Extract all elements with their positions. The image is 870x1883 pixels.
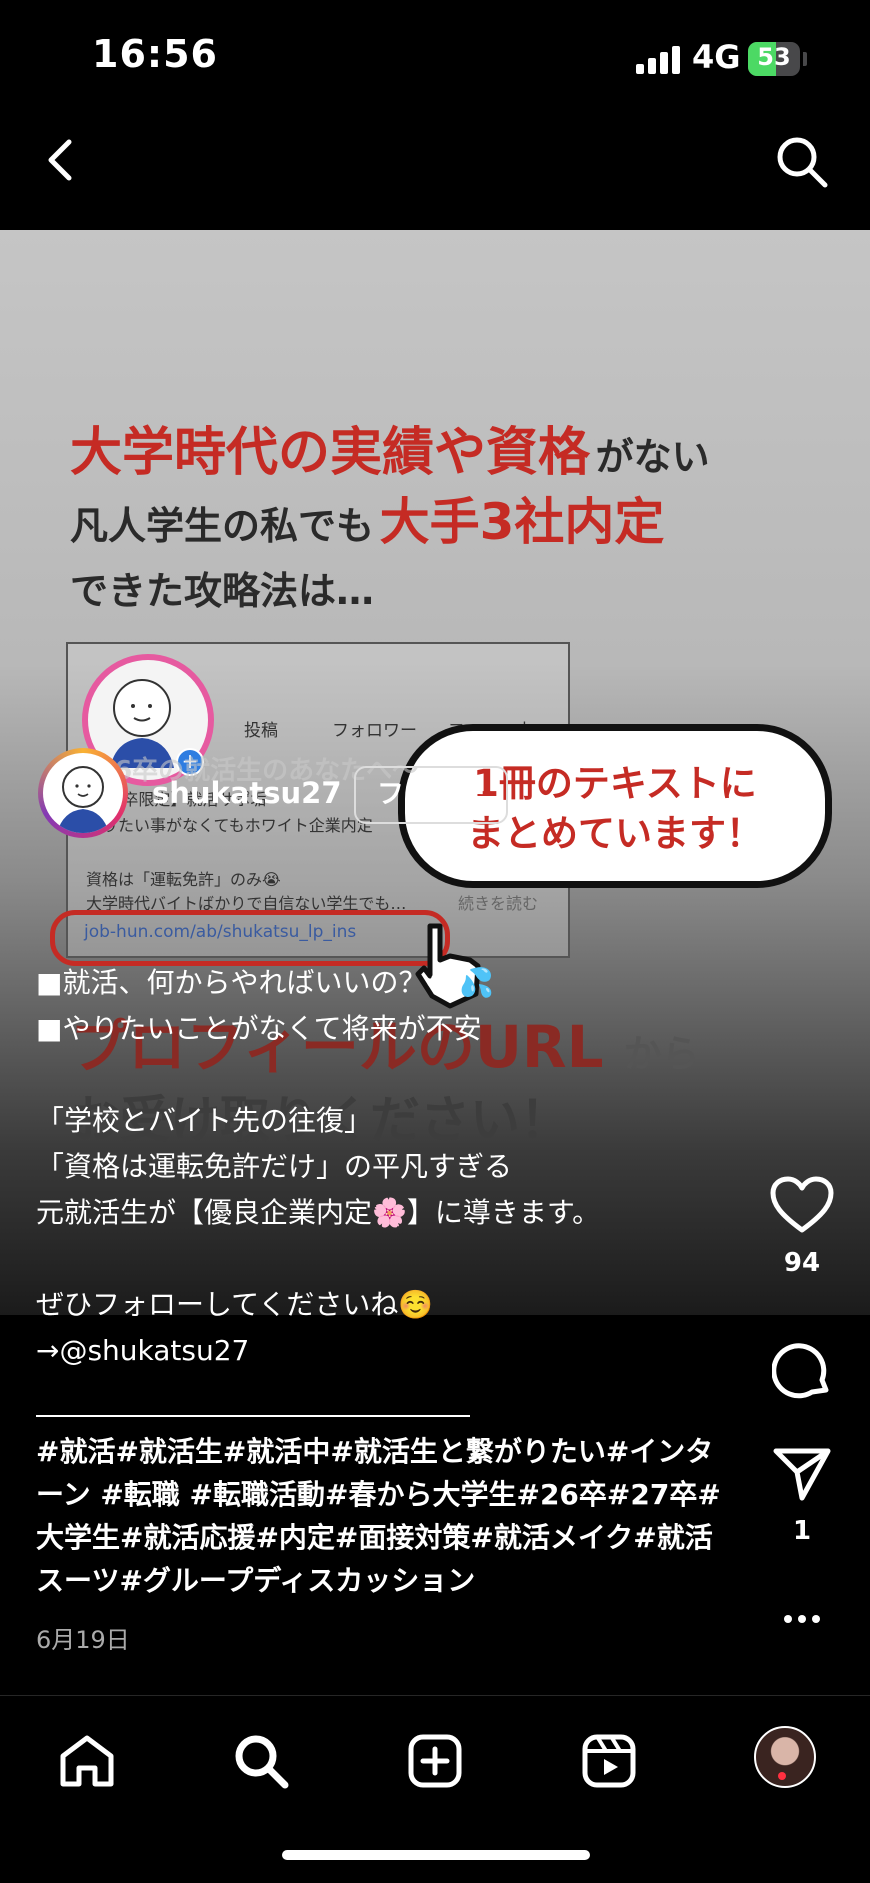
caption-line: 「資格は運転免許だけ」の平凡すぎる bbox=[36, 1150, 513, 1183]
headline-line-1: 大学時代の実績や資格 がない bbox=[70, 423, 710, 483]
search-icon[interactable] bbox=[770, 130, 834, 194]
author-row: shukatsu27 フォロー bbox=[38, 748, 638, 844]
like-action: 94 bbox=[760, 1176, 844, 1278]
profile-tab-avatar[interactable] bbox=[754, 1726, 816, 1788]
card-link: job-hun.com/ab/shukatsu_lp_ins bbox=[84, 922, 357, 942]
caption-line bbox=[36, 1236, 736, 1282]
caption-divider bbox=[36, 1415, 470, 1417]
network-label: 4G bbox=[692, 38, 741, 76]
reels-icon[interactable] bbox=[574, 1726, 644, 1796]
card-bio-3: 資格は「運転免許」のみ😭 bbox=[86, 870, 281, 889]
search-tab-icon[interactable] bbox=[226, 1726, 296, 1796]
author-username[interactable]: shukatsu27 bbox=[152, 776, 342, 810]
card-stat-posts: 投稿 bbox=[244, 721, 278, 741]
signal-icon bbox=[636, 46, 680, 74]
comment-icon[interactable] bbox=[760, 1340, 844, 1404]
home-icon[interactable] bbox=[52, 1726, 122, 1796]
caption: ■就活、何からやればいいの？😭💦 ■やりたいことがなくて将来が不安 「学校とバイ… bbox=[36, 960, 736, 1374]
caption-line: ■やりたいことがなくて将来が不安 bbox=[36, 1012, 482, 1045]
send-icon[interactable] bbox=[760, 1446, 844, 1506]
home-indicator[interactable] bbox=[282, 1850, 590, 1860]
post-date: 6月19日 bbox=[36, 1626, 130, 1654]
author-avatar[interactable] bbox=[38, 748, 128, 838]
status-bar: 16:56 4G 53 bbox=[0, 0, 870, 110]
comment-action bbox=[760, 1340, 844, 1404]
notification-dot bbox=[778, 1772, 786, 1780]
caption-line: 「学校とバイト先の往復」 bbox=[36, 1104, 373, 1137]
caption-hashtags[interactable]: #就活#就活生#就活中#就活生と繋がりたい#インターン #転職 #転職活動#春か… bbox=[36, 1430, 736, 1602]
caption-line bbox=[36, 1052, 736, 1098]
battery-icon: 53 bbox=[748, 42, 800, 76]
like-count: 94 bbox=[783, 1248, 821, 1278]
caption-line: ■就活、何からやればいいの？😭💦 bbox=[36, 966, 495, 999]
battery-level: 53 bbox=[757, 43, 791, 71]
follow-button[interactable]: フォロー bbox=[354, 766, 508, 824]
caption-line: 元就活生が【優良企業内定🌸】に導きます。 bbox=[36, 1196, 601, 1229]
more-options-icon[interactable] bbox=[760, 1610, 844, 1629]
back-icon[interactable] bbox=[30, 130, 90, 190]
caption-line[interactable]: →@shukatsu27 bbox=[36, 1328, 736, 1374]
caption-line: ぜひフォローしてくださいね☺️ bbox=[36, 1288, 434, 1321]
card-stat-followers: フォロワー bbox=[332, 721, 417, 741]
share-count: 1 bbox=[792, 1516, 812, 1546]
share-action: 1 bbox=[760, 1446, 844, 1546]
status-time: 16:56 bbox=[92, 32, 218, 76]
create-icon[interactable] bbox=[400, 1726, 470, 1796]
headline-line-3: できた攻略法は… bbox=[70, 569, 375, 613]
headline-line-2: 凡人学生の私でも 大手3社内定 bbox=[70, 493, 665, 551]
heart-icon[interactable] bbox=[760, 1176, 844, 1238]
card-read-more: 続きを読む bbox=[458, 894, 539, 913]
top-nav bbox=[0, 110, 870, 230]
